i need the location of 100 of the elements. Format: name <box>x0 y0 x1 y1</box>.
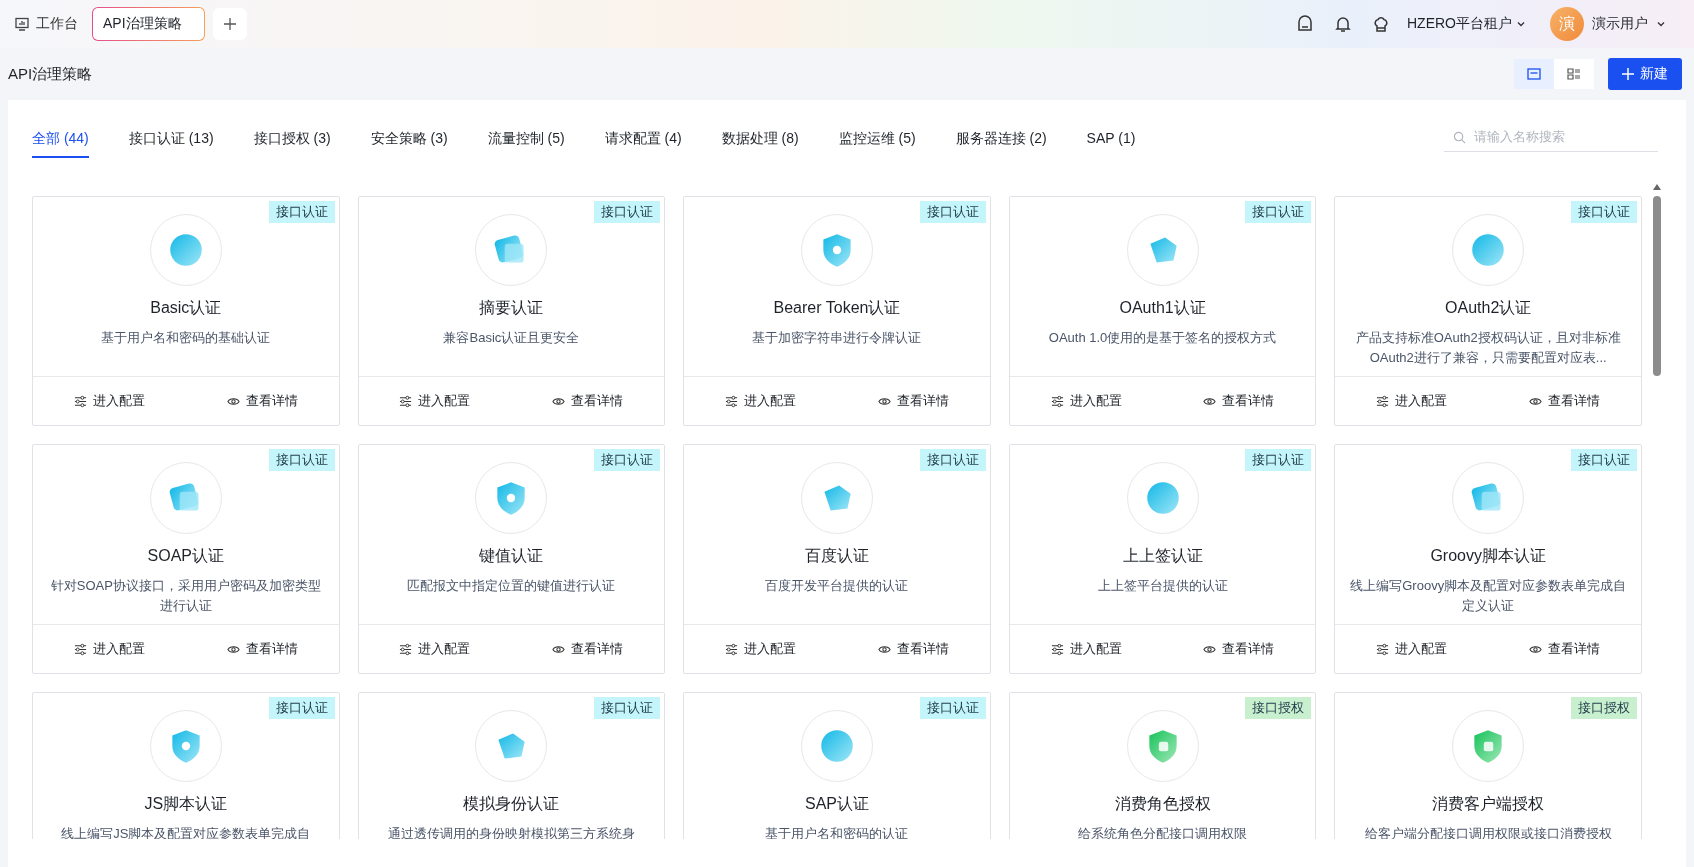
card-description: 线上编写Groovy脚本及配置对应参数表单完成自定义认证 <box>1349 577 1627 615</box>
card-description: 给系统角色分配接口调用权限 <box>1078 825 1248 839</box>
page-title: API治理策略 <box>8 64 94 84</box>
configure-button[interactable]: 进入配置 <box>684 377 837 425</box>
card-title: 上上签认证 <box>1122 546 1203 566</box>
category-tag: 接口授权 <box>1571 697 1637 719</box>
configure-button[interactable]: 进入配置 <box>33 625 186 673</box>
strategy-card[interactable]: 接口认证 SOAP认证 针对SOAP协议接口，采用用户密码及加密类型进行认证 进入配置 查看详情 <box>32 444 340 674</box>
card-title: OAuth2认证 <box>1445 298 1532 318</box>
monitor-icon <box>14 16 30 32</box>
category-tag: 接口认证 <box>268 201 335 223</box>
chef-hat-icon[interactable] <box>1371 14 1391 34</box>
new-button[interactable]: 新建 <box>1608 58 1682 90</box>
category-tab[interactable]: SAP (1) <box>1086 120 1136 156</box>
category-tag: 接口授权 <box>1245 697 1312 719</box>
category-tag: 接口认证 <box>1245 201 1312 223</box>
details-button[interactable]: 查看详情 <box>511 625 665 673</box>
card-title: SOAP认证 <box>147 546 225 566</box>
sliders-icon <box>1050 642 1064 656</box>
add-tab-button[interactable] <box>212 8 247 40</box>
details-button[interactable]: 查看详情 <box>1488 377 1641 425</box>
card-description: OAuth 1.0使用的是基于签名的授权方式 <box>1048 329 1277 347</box>
strategy-card[interactable]: 接口认证 摘要认证 兼容Basic认证且更安全 进入配置 查看详情 <box>357 196 666 426</box>
search-icon <box>1453 131 1466 144</box>
configure-button[interactable]: 进入配置 <box>358 377 512 425</box>
card-title: Bearer Token认证 <box>773 298 901 318</box>
card-title: 模拟身份认证 <box>463 794 560 814</box>
category-tab[interactable]: 服务器连接 (2) <box>955 120 1047 158</box>
configure-button[interactable]: 进入配置 <box>1009 625 1163 673</box>
page-tab[interactable]: API治理策略 <box>92 7 205 41</box>
strategy-card[interactable]: 接口认证 OAuth1认证 OAuth 1.0使用的是基于签名的授权方式 进入配置 查看详情 <box>1008 196 1317 426</box>
details-button[interactable]: 查看详情 <box>1488 625 1641 673</box>
category-tab[interactable]: 接口认证 (13) <box>128 120 214 158</box>
workbench-link[interactable]: 工作台 <box>36 15 78 33</box>
strategy-card[interactable]: 接口认证 Groovy脚本认证 线上编写Groovy脚本及配置对应参数表单完成自定义认证 进入配置 查看详情 <box>1334 444 1642 674</box>
card-title: 键值认证 <box>479 546 544 566</box>
sliders-icon <box>73 642 87 656</box>
sliders-icon <box>725 394 739 408</box>
details-button[interactable]: 查看详情 <box>511 377 665 425</box>
card-title: 摘要认证 <box>479 298 544 318</box>
category-tab[interactable]: 接口授权 (3) <box>253 120 331 158</box>
configure-button[interactable]: 进入配置 <box>1335 377 1489 425</box>
plus-icon <box>222 17 237 31</box>
tenant-selector[interactable]: HZERO平台租户 <box>1407 15 1512 33</box>
card-description: 产品支持标准OAuth2授权码认证，且对非标准OAuth2进行了兼容，只需要配置对应表... <box>1354 329 1622 367</box>
plus-icon <box>1622 68 1634 80</box>
category-tag: 接口认证 <box>919 449 986 471</box>
strategy-card[interactable]: 接口认证 百度认证 百度开发平台提供的认证 进入配置 查看详情 <box>683 444 991 674</box>
details-button[interactable]: 查看详情 <box>185 377 339 425</box>
card-title: Basic认证 <box>150 298 222 318</box>
configure-button[interactable]: 进入配置 <box>1335 625 1489 673</box>
chevron-down-icon <box>1656 19 1666 29</box>
strategy-card[interactable]: 接口认证 Bearer Token认证 基于加密字符串进行令牌认证 进入配置 查看详情 <box>683 196 991 426</box>
strategy-card[interactable]: 接口授权 消费客户端授权 给客户端分配接口调用权限或接口消费授权 <box>1334 692 1642 839</box>
details-button[interactable]: 查看详情 <box>185 625 339 673</box>
category-tab[interactable]: 全部 (44) <box>32 120 89 158</box>
card-description: 基于加密字符串进行令牌认证 <box>752 329 922 347</box>
list-view-icon <box>1566 66 1582 82</box>
configure-button[interactable]: 进入配置 <box>684 625 837 673</box>
category-tab[interactable]: 监控运维 (5) <box>838 120 916 158</box>
card-description: 基于用户名和密码的基础认证 <box>101 329 271 347</box>
card-title: OAuth1认证 <box>1119 298 1206 318</box>
card-title: 消费角色授权 <box>1114 794 1211 814</box>
strategy-card[interactable]: 接口认证 OAuth2认证 产品支持标准OAuth2授权码认证，且对非标准OAuth2进行了兼容，只需要配置对应表... 进入配置 查看详情 <box>1334 196 1642 426</box>
search-field[interactable]: 请输入名称搜索 <box>1444 122 1658 152</box>
strategy-card[interactable]: 接口认证 上上签认证 上上签平台提供的认证 进入配置 查看详情 <box>1008 444 1317 674</box>
card-title: 百度认证 <box>805 546 869 566</box>
category-tab[interactable]: 安全策略 (3) <box>370 120 448 158</box>
details-button[interactable]: 查看详情 <box>1162 377 1316 425</box>
category-tab[interactable]: 数据处理 (8) <box>721 120 799 158</box>
card-view-icon <box>1526 66 1542 82</box>
sliders-icon <box>399 394 413 408</box>
card-title: JS脚本认证 <box>144 794 228 814</box>
sliders-icon <box>399 642 413 656</box>
details-button[interactable]: 查看详情 <box>837 625 990 673</box>
configure-button[interactable]: 进入配置 <box>1009 377 1163 425</box>
card-title: Groovy脚本认证 <box>1430 546 1546 566</box>
category-tag: 接口认证 <box>919 201 986 223</box>
card-description: 百度开发平台提供的认证 <box>765 577 909 595</box>
card-title: SAP认证 <box>805 794 869 814</box>
sliders-icon <box>73 394 87 408</box>
card-title: 消费客户端授权 <box>1432 794 1545 814</box>
category-tab[interactable]: 流量控制 (5) <box>487 120 565 158</box>
card-view-button[interactable] <box>1514 59 1554 89</box>
user-name[interactable]: 演示用户 <box>1592 15 1648 33</box>
configure-button[interactable]: 进入配置 <box>358 625 512 673</box>
details-button[interactable]: 查看详情 <box>837 377 990 425</box>
sliders-icon <box>725 642 739 656</box>
category-tab[interactable]: 请求配置 (4) <box>604 120 682 158</box>
strategy-card[interactable]: 接口授权 消费角色授权 给系统角色分配接口调用权限 <box>1008 692 1317 839</box>
sliders-icon <box>1376 394 1390 408</box>
strategy-card[interactable]: 接口认证 键值认证 匹配报文中指定位置的键值进行认证 进入配置 查看详情 <box>357 444 666 674</box>
category-tag: 接口认证 <box>1245 449 1312 471</box>
details-button[interactable]: 查看详情 <box>1162 625 1316 673</box>
configure-button[interactable]: 进入配置 <box>33 377 186 425</box>
chat-icon[interactable] <box>1295 14 1315 34</box>
card-description: 给客户端分配接口调用权限或接口消费授权 <box>1364 825 1612 839</box>
strategy-card[interactable]: 接口认证 Basic认证 基于用户名和密码的基础认证 进入配置 查看详情 <box>32 196 340 426</box>
bell-icon[interactable] <box>1333 14 1353 34</box>
list-view-button[interactable] <box>1554 59 1594 89</box>
